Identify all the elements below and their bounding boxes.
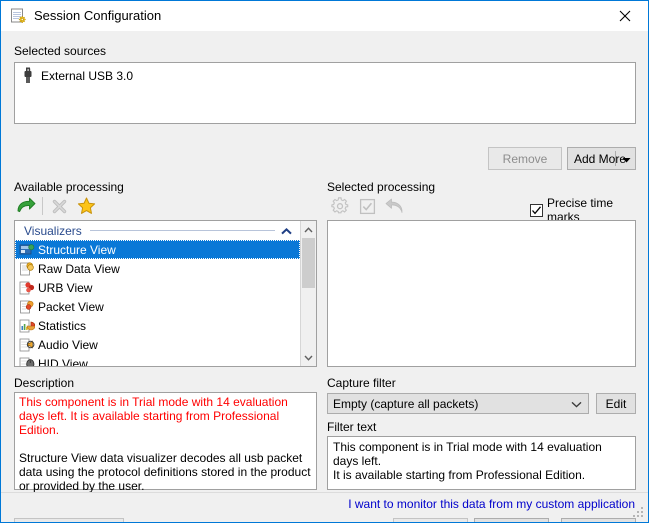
start-button[interactable]: Start (393, 518, 468, 522)
selected-sources-label: Selected sources (14, 44, 107, 58)
capture-filter-label: Capture filter (327, 376, 396, 390)
list-item-structure-view[interactable]: Structure View (15, 240, 300, 259)
divider (615, 151, 616, 166)
capture-filter-value: Empty (capture all packets) (333, 396, 479, 411)
edit-filter-button[interactable]: Edit (596, 393, 636, 414)
session-configuration-window: Session Configuration Selected sources E… (0, 0, 649, 523)
window-title: Session Configuration (34, 8, 162, 23)
hid-view-icon (19, 356, 35, 366)
close-icon[interactable] (602, 1, 648, 30)
capture-filter-select[interactable]: Empty (capture all packets) (327, 393, 589, 414)
group-label: Visualizers (24, 223, 82, 238)
available-processing-label: Available processing (14, 180, 124, 194)
available-processing-list[interactable]: Visualizers Structure View Raw Data View… (14, 220, 317, 367)
available-processing-items: Visualizers Structure View Raw Data View… (15, 221, 300, 366)
filter-text-box: This component is in Trial mode with 14 … (327, 436, 636, 490)
list-item-label: Statistics (38, 318, 87, 333)
selected-processing-list[interactable] (327, 220, 636, 367)
add-to-selected-icon[interactable] (14, 194, 38, 218)
description-body-text: Structure View data visualizer decodes a… (19, 451, 311, 493)
description-box: This component is in Trial mode with 14 … (14, 392, 317, 493)
list-item-label: Audio View (38, 337, 98, 352)
resize-grip-icon[interactable] (633, 507, 645, 519)
list-item-label: HID View (38, 356, 88, 367)
group-header-visualizers[interactable]: Visualizers (15, 221, 300, 240)
description-trial-text: This component is in Trial mode with 14 … (19, 395, 288, 437)
audio-view-icon (19, 337, 35, 353)
packet-view-icon (19, 299, 35, 315)
chevron-down-icon (622, 152, 631, 166)
document-gear-icon (10, 8, 26, 24)
divider (42, 197, 43, 215)
remove-icon (47, 194, 71, 218)
favorite-icon[interactable] (74, 194, 98, 218)
filter-text-value: This component is in Trial mode with 14 … (333, 440, 602, 482)
list-item[interactable]: External USB 3.0 (21, 67, 133, 85)
structure-view-icon (19, 242, 35, 258)
description-label: Description (14, 376, 75, 390)
dialog-body: Selected sources External USB 3.0 Remove… (1, 31, 648, 522)
list-item-packet-view[interactable]: Packet View (15, 297, 300, 316)
source-label: External USB 3.0 (41, 69, 134, 83)
chevron-up-icon[interactable] (281, 224, 292, 238)
settings-gear-icon (328, 194, 352, 218)
list-item-audio-view[interactable]: Audio View (15, 335, 300, 354)
undo-icon (382, 194, 406, 218)
list-item-hid-view[interactable]: HID View (15, 354, 300, 366)
usb-plug-icon (21, 67, 35, 86)
divider (89, 230, 275, 231)
chevron-down-icon (571, 397, 582, 411)
filter-text-label: Filter text (327, 420, 377, 434)
scrollbar-thumb[interactable] (302, 238, 315, 288)
selected-processing-label: Selected processing (327, 180, 436, 194)
statistics-icon (19, 318, 36, 334)
selected-sources-list[interactable]: External USB 3.0 (14, 62, 636, 124)
scroll-up-icon[interactable] (301, 221, 316, 238)
list-item-label: Packet View (38, 299, 104, 314)
cancel-button[interactable]: Cancel (561, 518, 636, 522)
urb-view-icon (19, 280, 35, 296)
list-item-label: URB View (38, 280, 93, 295)
scroll-down-icon[interactable] (301, 349, 316, 366)
list-item-label: Raw Data View (38, 261, 120, 276)
add-more-button[interactable]: Add More (567, 147, 636, 170)
raw-data-view-icon (19, 261, 35, 277)
list-item-urb-view[interactable]: URB View (15, 278, 300, 297)
selected-processing-toolbar (328, 194, 448, 218)
add-more-label: Add More (574, 151, 627, 166)
scrollbar-vertical[interactable] (300, 221, 316, 366)
divider (1, 492, 648, 493)
available-processing-toolbar (14, 194, 134, 218)
checkbox-box (530, 203, 543, 217)
list-item-label: Structure View (38, 242, 116, 257)
save-icon (355, 194, 379, 218)
custom-application-link[interactable]: I want to monitor this data from my cust… (348, 497, 635, 511)
help-button[interactable]: Help (474, 518, 549, 522)
generate-script-button[interactable]: Generate Script (14, 518, 124, 522)
title-bar: Session Configuration (1, 1, 648, 31)
list-item-statistics[interactable]: Statistics (15, 316, 300, 335)
remove-button[interactable]: Remove (488, 147, 562, 170)
list-item-raw-data-view[interactable]: Raw Data View (15, 259, 300, 278)
